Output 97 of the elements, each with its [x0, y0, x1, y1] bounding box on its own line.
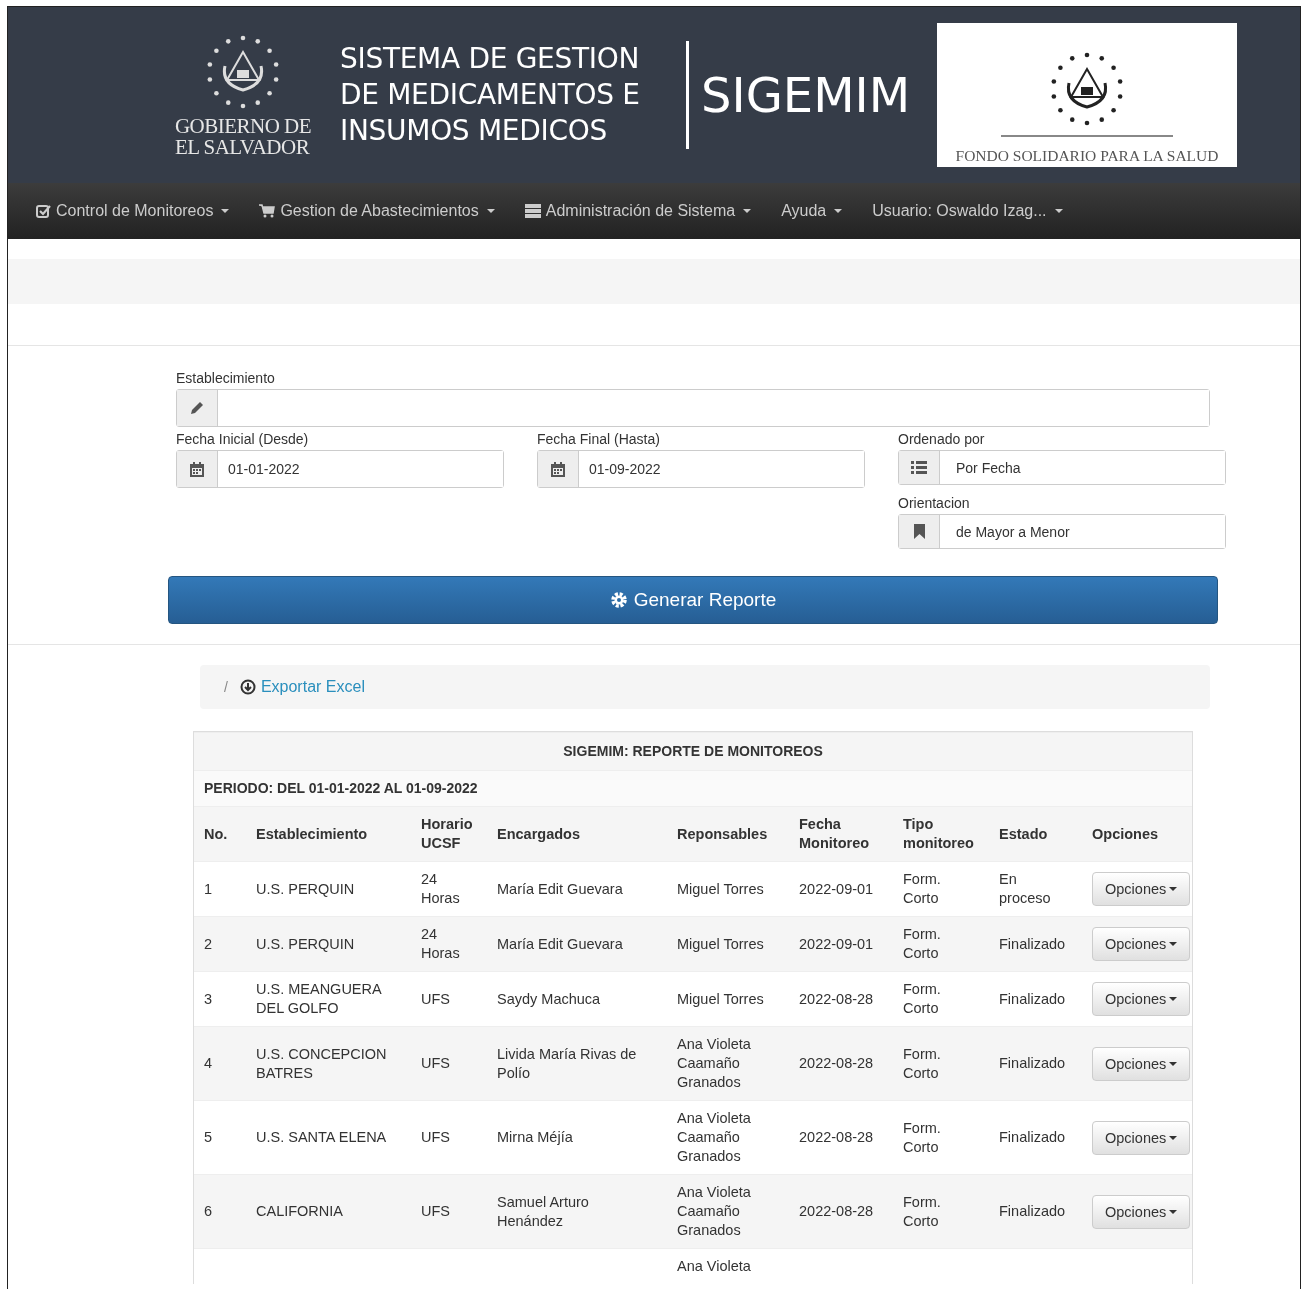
column-header: Fecha Monitoreo: [789, 806, 893, 862]
column-header: Reponsables: [667, 806, 789, 862]
download-icon: [239, 679, 256, 695]
nav-menu-item[interactable]: Gestion de Abastecimientos: [259, 202, 495, 220]
list-icon: [911, 461, 927, 474]
table-cell: Finalizado: [989, 916, 1082, 972]
table-cell: UFS: [411, 1174, 487, 1249]
field-label: Fecha Final (Hasta): [537, 431, 661, 447]
table-cell: En proceso: [989, 861, 1082, 917]
table-cell: Ana Violeta Caamaño Granados: [667, 1100, 789, 1175]
nav-menu-item[interactable]: Ayuda: [781, 202, 843, 220]
table-cell: Finalizado: [989, 971, 1082, 1027]
bookmark-icon: [913, 524, 925, 539]
column-header: Opciones: [1082, 806, 1193, 862]
table-cell: U.S. MEANGUERA DEL GOLFO: [246, 971, 411, 1027]
table-cell: Form. Corto: [893, 916, 989, 972]
nav-menu-item[interactable]: Usuario: Oswaldo Izag...: [872, 202, 1063, 220]
options-button[interactable]: Opciones: [1092, 872, 1191, 906]
table-cell: U.S. PERQUIN: [246, 916, 411, 972]
options-button[interactable]: Opciones: [1092, 1046, 1191, 1081]
table-cell: 24 Horas: [411, 916, 487, 972]
table-cell: Form. Corto: [893, 861, 989, 917]
government-name: GOBIERNO DE EL SALVADOR: [174, 116, 312, 158]
options-button[interactable]: Opciones: [1092, 982, 1191, 1016]
table-cell: UFS: [411, 1026, 487, 1101]
gear-icon: [609, 591, 628, 609]
table-cell: Form. Corto: [893, 1174, 989, 1249]
input-field[interactable]: 01-01-2022: [176, 450, 504, 488]
field-label: Fecha Inicial (Desde): [176, 431, 310, 447]
column-header: Estado: [989, 806, 1082, 862]
calendar-icon: [551, 461, 565, 477]
fund-caption: FONDO SOLIDARIO PARA LA SALUD: [955, 147, 1219, 165]
column-header: Horario UCSF: [411, 806, 487, 862]
table-cell: CALIFORNIA: [246, 1174, 411, 1249]
table-cell: 2022-08-28: [789, 971, 893, 1027]
column-header: Establecimiento: [246, 806, 411, 862]
report-period: PERIODO: DEL 01-01-2022 AL 01-09-2022: [194, 770, 1193, 807]
input-field[interactable]: Por Fecha: [898, 450, 1226, 485]
table-cell: Form. Corto: [893, 1100, 989, 1175]
table-cell: Saydy Machuca: [487, 971, 667, 1027]
table-cell: Miguel Torres: [667, 916, 789, 972]
table-cell: U.S. SANTA ELENA: [246, 1100, 411, 1175]
table-cell: María Edit Guevara: [487, 861, 667, 917]
table-cell: Samuel Arturo Henández: [487, 1174, 667, 1249]
input-field[interactable]: [176, 389, 1210, 427]
report-title: SIGEMIM: REPORTE DE MONITOREOS: [194, 732, 1193, 771]
options-button[interactable]: Opciones: [1092, 1194, 1191, 1229]
table-cell: UFS: [411, 971, 487, 1027]
table-cell: U.S. CONCEPCION BATRES: [246, 1026, 411, 1101]
field-label: Establecimiento: [176, 370, 276, 386]
table-cell: 6: [194, 1174, 246, 1249]
table-cell: Form. Corto: [893, 1026, 989, 1101]
pencil-icon: [189, 400, 205, 416]
options-button[interactable]: Opciones: [1092, 927, 1191, 961]
input-field[interactable]: de Mayor a Menor: [898, 514, 1226, 549]
nav-menu-item[interactable]: Administración de Sistema: [524, 202, 752, 220]
table-cell: 2022-08-28: [789, 1100, 893, 1175]
table-cell: Finalizado: [989, 1026, 1082, 1101]
table-cell: María Edit Guevara: [487, 916, 667, 972]
table-cell: 2022-08-28: [789, 1026, 893, 1101]
table-cell: Miguel Torres: [667, 861, 789, 917]
table-cell: Mirna Méjía: [487, 1100, 667, 1175]
column-header: Tipo monitoreo: [893, 806, 989, 862]
table-cell: 1: [194, 861, 246, 917]
table-cell: Ana Violeta Caamaño Granados: [667, 1026, 789, 1101]
table-cell: 2: [194, 916, 246, 972]
table-cell: Miguel Torres: [667, 971, 789, 1027]
calendar-icon: [190, 461, 204, 477]
field-label: Ordenado por: [898, 431, 986, 447]
field-label: Orientacion: [898, 495, 971, 511]
table-cell: Finalizado: [989, 1174, 1082, 1249]
table-cell: 5: [194, 1100, 246, 1175]
server-icon: [524, 204, 541, 218]
cart-icon: [259, 204, 276, 218]
table-cell: 4: [194, 1026, 246, 1101]
system-title: SISTEMA DE GESTION DE MEDICAMENTOS E INSUMOS MEDICOS: [340, 41, 641, 149]
table-cell: U.S. PERQUIN: [246, 861, 411, 917]
table-cell: Ana Violeta: [667, 1248, 789, 1284]
input-field[interactable]: 01-09-2022: [537, 450, 865, 488]
column-header: Encargados: [487, 806, 667, 862]
table-cell: 3: [194, 971, 246, 1027]
system-acronym: SIGEMIM: [701, 67, 912, 123]
checkbox-icon: [36, 204, 51, 218]
table-cell: Form. Corto: [893, 971, 989, 1027]
table-cell: Ana Violeta Caamaño Granados: [667, 1174, 789, 1249]
table-cell: 2022-09-01: [789, 861, 893, 917]
table-cell: 2022-08-28: [789, 1174, 893, 1249]
column-header: No.: [194, 806, 246, 862]
nav-menu-item[interactable]: Control de Monitoreos: [36, 202, 230, 220]
table-cell: Livida María Rivas de Polío: [487, 1026, 667, 1101]
table-cell: 2022-09-01: [789, 916, 893, 972]
options-button[interactable]: Opciones: [1092, 1120, 1191, 1155]
generate-report-button[interactable]: Generar Reporte: [168, 576, 1218, 624]
table-cell: 24 Horas: [411, 861, 487, 917]
table-cell: UFS: [411, 1100, 487, 1175]
breadcrumb-separator: /: [224, 679, 228, 695]
table-cell: Finalizado: [989, 1100, 1082, 1175]
